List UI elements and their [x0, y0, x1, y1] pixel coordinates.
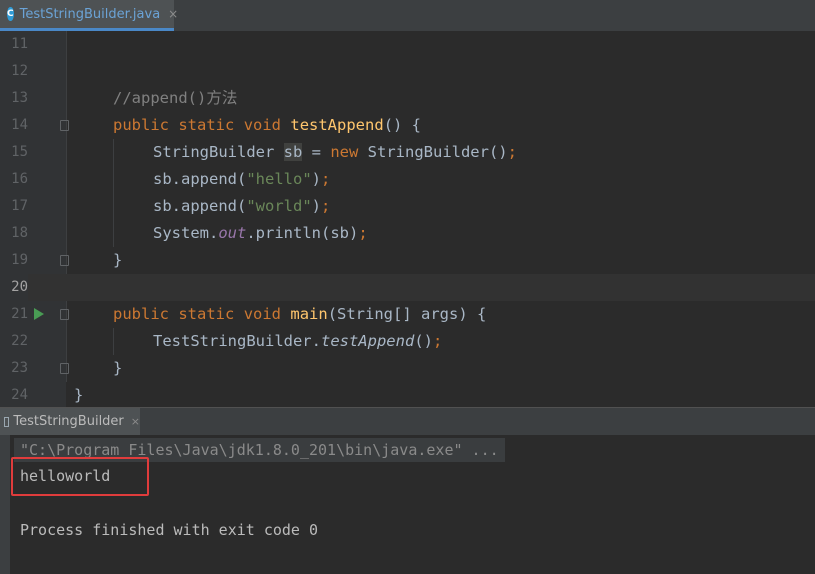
fold-icon[interactable] [60, 120, 69, 131]
code-line: 14 public static void testAppend() { [0, 112, 815, 139]
line-number: 17 [11, 198, 28, 214]
code-comment: //append()方法 [113, 89, 238, 107]
code-text: sb.append("world"); [153, 197, 331, 215]
code-line: 15 StringBuilder sb = new StringBuilder(… [0, 139, 815, 166]
close-icon[interactable]: × [131, 415, 140, 428]
run-console[interactable]: "C:\Program Files\Java\jdk1.8.0_201\bin\… [0, 435, 815, 574]
line-number: 24 [11, 387, 28, 403]
run-config-icon [4, 416, 10, 427]
code-text: } [113, 359, 123, 377]
line-number: 21 [11, 306, 28, 322]
code-text: public static void main(String[] args) { [113, 305, 487, 323]
fold-icon[interactable] [60, 255, 69, 266]
tab-run-teststringbuilder[interactable]: TestStringBuilder × [0, 408, 140, 435]
line-number: 13 [11, 90, 28, 106]
console-exit-message: Process finished with exit code 0 [20, 521, 319, 539]
java-class-icon: C [7, 7, 14, 21]
fold-icon[interactable] [60, 363, 69, 374]
code-text: System.out.println(sb); [153, 224, 368, 242]
editor-tab-bar: C TestStringBuilder.java × [0, 0, 815, 32]
line-number: 23 [11, 360, 28, 376]
line-number: 20 [0, 274, 28, 301]
line-number: 19 [11, 252, 28, 268]
code-line-current: 20 [0, 274, 815, 301]
code-text: sb.append("hello"); [153, 170, 331, 188]
console-toolbar [0, 435, 10, 574]
code-line: 22 TestStringBuilder.testAppend(); [0, 328, 815, 355]
line-number: 12 [11, 63, 28, 79]
run-tool-window-bar: TestStringBuilder × [0, 407, 815, 435]
code-text: public static void testAppend() { [113, 116, 422, 134]
line-number: 14 [11, 117, 28, 133]
tab-teststringbuilder-java[interactable]: C TestStringBuilder.java × [0, 0, 178, 31]
line-number: 22 [11, 333, 28, 349]
line-number: 15 [11, 144, 28, 160]
line-number: 11 [11, 36, 28, 52]
code-line: 12 [0, 58, 815, 85]
run-tab-label: TestStringBuilder [13, 414, 124, 429]
code-line: 23 } [0, 355, 815, 382]
close-icon[interactable]: × [168, 7, 178, 21]
code-line: 24 } [0, 382, 815, 407]
code-text: } [113, 251, 123, 269]
code-line: 21 public static void main(String[] args… [0, 301, 815, 328]
code-text: } [74, 386, 84, 404]
fold-icon[interactable] [60, 309, 69, 320]
code-text: TestStringBuilder.testAppend(); [153, 332, 443, 350]
line-number: 18 [11, 225, 28, 241]
code-text: StringBuilder sb = new StringBuilder(); [153, 143, 517, 161]
line-number: 16 [11, 171, 28, 187]
code-line: 18 System.out.println(sb); [0, 220, 815, 247]
code-line: 11 [0, 31, 815, 58]
tab-label: TestStringBuilder.java [19, 6, 161, 22]
code-editor[interactable]: 11 12 13 //append()方法 14 public static v… [0, 31, 815, 407]
code-line: 16 sb.append("hello"); [0, 166, 815, 193]
run-icon[interactable] [34, 308, 44, 320]
code-line: 19 } [0, 247, 815, 274]
annotation-highlight-box [11, 457, 149, 496]
code-line: 17 sb.append("world"); [0, 193, 815, 220]
code-line: 13 //append()方法 [0, 85, 815, 112]
